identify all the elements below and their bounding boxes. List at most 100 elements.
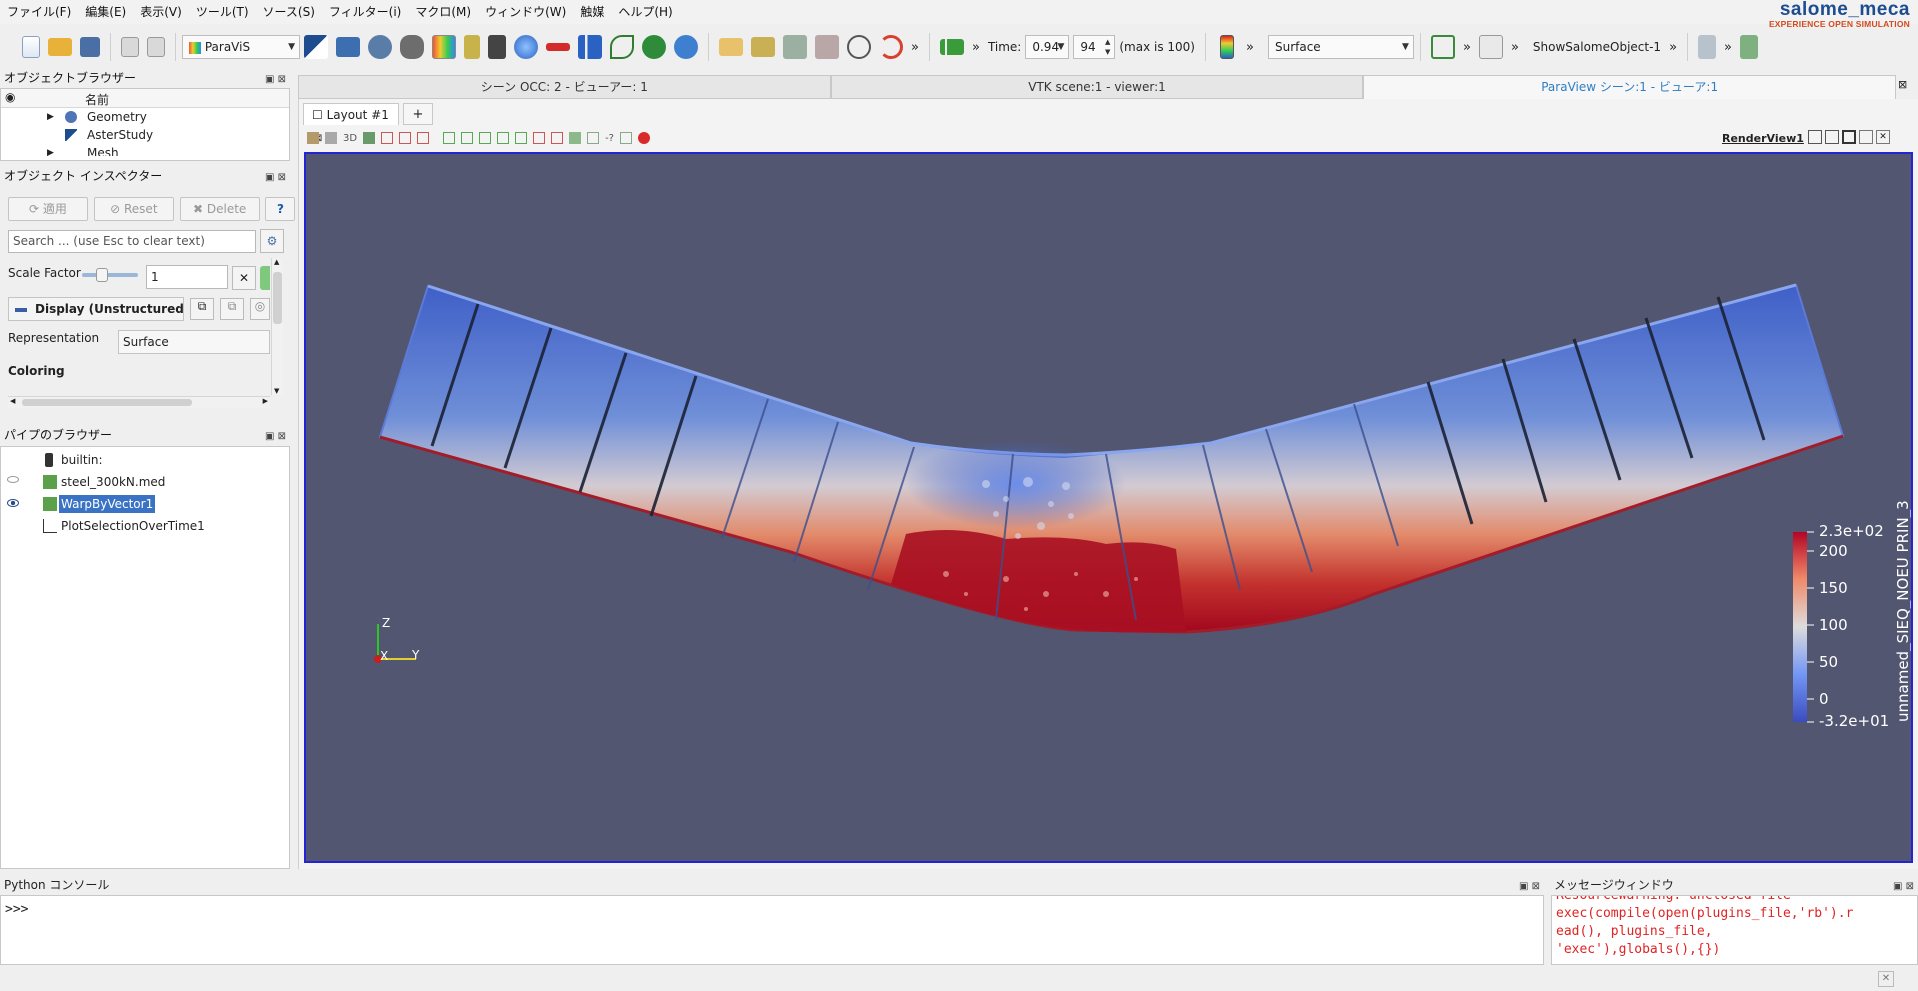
paste-icon[interactable] (147, 37, 165, 57)
inspector-search-input[interactable]: Search ... (use Esc to clear text) (8, 230, 256, 253)
paste-properties-icon[interactable]: ⧉ (220, 298, 244, 320)
expand-arrow-icon[interactable]: ▶ (47, 108, 54, 126)
pipeline-item-builtin[interactable]: builtin: (1, 449, 289, 471)
advanced-settings-gear-icon[interactable]: ⚙ (260, 229, 284, 253)
module-selector[interactable]: ParaViS ▼ (182, 35, 300, 59)
eficas-icon[interactable] (642, 35, 666, 59)
curve-icon[interactable] (610, 35, 634, 59)
first-frame-icon[interactable] (939, 39, 964, 55)
close-icon[interactable]: ✕ (1878, 971, 1894, 987)
spin-arrows-icon[interactable]: ▲ ▼ (1105, 37, 1110, 57)
time-value-combo[interactable]: 0.94 ▼ (1025, 35, 1070, 59)
beam-mesh[interactable] (378, 283, 1845, 634)
macro-show-salome-object[interactable]: ShowSalomeObject-1 (1533, 40, 1661, 54)
display-section-header[interactable]: Display (UnstructuredG (8, 297, 184, 321)
shaper-icon[interactable] (400, 35, 424, 59)
export-icon[interactable] (1740, 35, 1758, 59)
column-name[interactable]: 名前 (85, 91, 109, 108)
camera-undo-icon[interactable] (363, 132, 376, 144)
slider-handle[interactable] (95, 268, 108, 282)
toolbar-more-3[interactable]: » (1246, 40, 1254, 55)
stopwatch-icon[interactable] (847, 35, 871, 59)
mesh-module-icon[interactable] (336, 37, 360, 57)
scale-factor-input[interactable]: 1 (146, 265, 228, 289)
menu-tools[interactable]: ツール(T) (189, 0, 256, 24)
python-console[interactable]: >>> (0, 895, 1544, 965)
scroll-right-icon[interactable]: ▶ (263, 397, 268, 405)
color-map-icon[interactable] (1220, 35, 1234, 59)
maximize-view-icon[interactable] (1842, 130, 1856, 144)
cube-outline-icon[interactable] (815, 35, 839, 59)
color-legend[interactable]: 2.3e+02 200 150 100 50 0 -3.2e+01 unname… (1793, 500, 1913, 730)
load-state-icon[interactable] (751, 37, 775, 57)
eye-open-icon[interactable] (7, 499, 19, 507)
capture-icon[interactable] (307, 132, 319, 144)
globe-icon[interactable] (514, 35, 538, 59)
toolbar-more-1[interactable]: » (911, 40, 919, 55)
clear-selection-icon[interactable] (637, 132, 650, 144)
toolbar-more-7[interactable]: » (1724, 40, 1732, 55)
toolbar-more-6[interactable]: » (1669, 40, 1677, 55)
select-points-icon[interactable] (399, 132, 412, 144)
close-view-icon[interactable]: ⊠ (1898, 78, 1907, 91)
restore-defaults-icon[interactable]: ◎ (250, 298, 270, 320)
delete-button[interactable]: ✖ Delete (179, 197, 260, 221)
dock-controls[interactable]: ▣ ⊠ (265, 428, 286, 446)
pipeline-item-warpbyvector[interactable]: WarpByVector1 (1, 493, 289, 515)
add-layout-tab[interactable]: + (403, 103, 433, 125)
pipeline-item-steel-med[interactable]: steel_300kN.med (1, 471, 289, 493)
toolbar-more-2[interactable]: » (972, 40, 980, 55)
representation-selector[interactable]: Surface ▼ (1267, 35, 1414, 59)
gear-icon[interactable] (674, 35, 698, 59)
cube-icon[interactable] (783, 35, 807, 59)
tree-item-asterstudy[interactable]: AsterStudy (1, 126, 289, 144)
menu-window[interactable]: ウィンドウ(W) (478, 0, 573, 24)
open-folder-icon[interactable] (48, 38, 72, 56)
split-horizontal-icon[interactable] (1808, 130, 1822, 144)
scale-factor-slider[interactable] (82, 268, 138, 282)
copy-icon[interactable] (121, 37, 139, 57)
reset-button[interactable]: ⊘ Reset (93, 197, 174, 221)
save-icon[interactable] (80, 37, 100, 57)
tab-vtk-viewer[interactable]: VTK scene:1 - viewer:1 (830, 75, 1364, 99)
dock-controls[interactable]: ▣ ⊠ (265, 71, 286, 89)
scroll-thumb[interactable] (273, 272, 282, 324)
close-frame-icon[interactable]: ✕ (1876, 130, 1890, 144)
scroll-down-icon[interactable]: ▼ (274, 387, 279, 395)
select-block-icon[interactable] (443, 132, 456, 144)
render-view[interactable]: Z X Y 2.3e+02 200 150 100 50 0 -3.2e+01 … (304, 152, 1913, 863)
select-frustum-icon[interactable] (417, 132, 430, 144)
toolbar-more-5[interactable]: » (1511, 40, 1519, 55)
hover-points-icon[interactable] (533, 132, 546, 144)
jobmanager-icon[interactable] (464, 35, 480, 59)
connector-icon[interactable] (546, 43, 570, 51)
message-window[interactable]: ResourceWarning: unclosed file exec(comp… (1551, 895, 1918, 965)
select-cells-icon[interactable] (381, 132, 394, 144)
interact-icon[interactable] (587, 132, 600, 144)
calculator-icon[interactable] (1698, 35, 1717, 59)
select-interactive-icon[interactable] (479, 132, 492, 144)
capture-alt-icon[interactable] (325, 132, 337, 144)
shrink-selection-icon[interactable] (515, 132, 528, 144)
axes-icon[interactable] (1478, 35, 1503, 59)
hover-cells-icon[interactable] (551, 132, 564, 144)
chart-icon[interactable] (578, 35, 602, 59)
expand-arrow-icon[interactable]: ▶ (47, 144, 54, 156)
dock-controls[interactable]: ▣ ⊠ (1519, 878, 1540, 896)
pick-center-icon[interactable] (569, 132, 582, 144)
menu-help[interactable]: ヘルプ(H) (611, 0, 679, 24)
menu-view[interactable]: 表示(V) (133, 0, 189, 24)
select-polygon-icon[interactable] (461, 132, 474, 144)
dock-controls[interactable]: ▣ ⊠ (1893, 878, 1914, 896)
open-data-icon[interactable] (719, 38, 743, 56)
inspector-vertical-scrollbar[interactable]: ▲ ▼ (271, 258, 283, 395)
restore-view-icon[interactable] (1859, 130, 1873, 144)
menu-catalyst[interactable]: 触媒 (573, 0, 611, 24)
tree-item-mesh[interactable]: ▶ Mesh (1, 144, 289, 156)
reset-value-icon[interactable] (260, 266, 270, 290)
inspector-horizontal-scrollbar[interactable]: ◀ ▶ (8, 396, 270, 408)
timestep-spinbox[interactable]: 94 ▲ ▼ (1073, 35, 1116, 59)
tab-paraview-viewer[interactable]: ParaView シーン:1 - ビューア:1 (1363, 75, 1897, 99)
menu-macros[interactable]: マクロ(M) (408, 0, 478, 24)
new-file-icon[interactable] (22, 36, 40, 58)
